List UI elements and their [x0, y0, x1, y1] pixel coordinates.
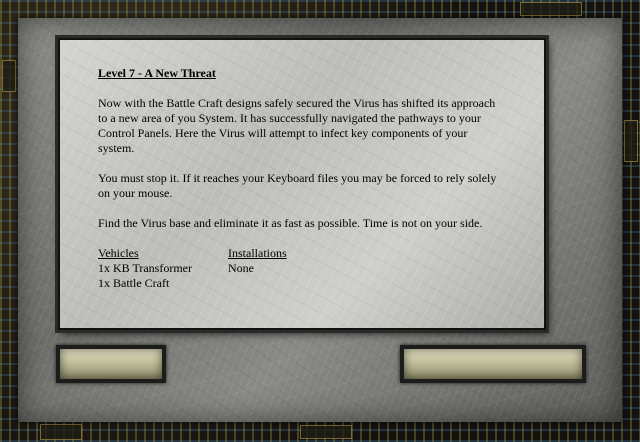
briefing-panel: Level 7 - A New Threat Now with the Batt… — [58, 38, 546, 330]
start-mission-button[interactable] — [400, 345, 586, 383]
vehicles-heading: Vehicles — [98, 246, 139, 260]
vehicles-column: Vehicles 1x KB Transformer 1x Battle Cra… — [98, 246, 228, 291]
briefing-paragraph: Now with the Battle Craft designs safely… — [98, 96, 496, 155]
circuit-chip-decoration — [520, 2, 582, 16]
circuit-chip-decoration — [40, 424, 82, 440]
vehicle-item: 1x Battle Craft — [98, 276, 170, 290]
installations-column: Installations None — [228, 246, 358, 291]
game-screen: Level 7 - A New Threat Now with the Batt… — [0, 0, 640, 442]
vehicle-item: 1x KB Transformer — [98, 261, 193, 275]
back-button[interactable] — [56, 345, 166, 383]
briefing-paragraph: You must stop it. If it reaches your Key… — [98, 171, 497, 200]
circuit-chip-decoration — [624, 120, 638, 162]
units-table: Vehicles 1x KB Transformer 1x Battle Cra… — [98, 246, 506, 291]
installations-heading: Installations — [228, 246, 287, 260]
circuit-chip-decoration — [300, 425, 352, 439]
briefing-paragraph: Find the Virus base and eliminate it as … — [98, 216, 483, 230]
circuit-chip-decoration — [2, 60, 16, 92]
briefing-title: Level 7 - A New Threat — [98, 66, 216, 80]
installation-item: None — [228, 261, 254, 275]
